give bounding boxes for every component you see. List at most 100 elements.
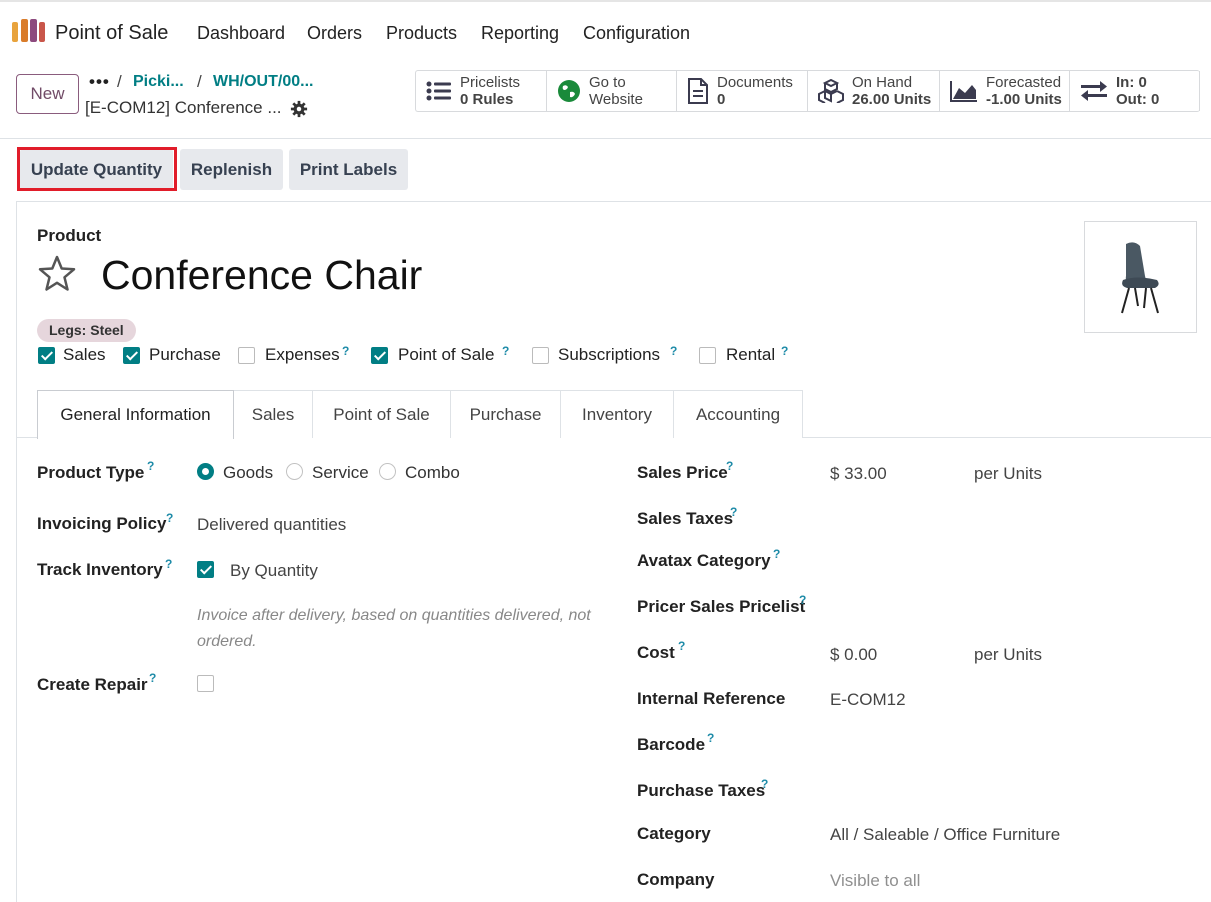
top-navbar: Point of Sale Dashboard Orders Products … [0, 0, 1211, 64]
nav-orders[interactable]: Orders [307, 23, 362, 44]
forecasted-value: -1.00 Units [986, 91, 1062, 108]
help-icon[interactable]: ? [147, 459, 154, 473]
help-icon[interactable]: ? [502, 344, 509, 358]
star-icon[interactable] [37, 254, 77, 294]
company-value[interactable]: Visible to all [830, 871, 920, 891]
breadcrumb-separator: / [117, 72, 122, 91]
point-of-sale-checkbox[interactable] [371, 347, 388, 364]
purchase-checkbox-label: Purchase [149, 345, 221, 364]
nav-reporting[interactable]: Reporting [481, 23, 559, 44]
category-label: Category [637, 824, 711, 843]
globe-icon [558, 80, 580, 102]
help-icon[interactable]: ? [678, 639, 685, 653]
service-radio-label: Service [312, 463, 369, 482]
area-chart-icon [950, 81, 977, 102]
out-value: Out: 0 [1116, 91, 1160, 108]
cost-unit: per Units [974, 645, 1043, 664]
cost-value[interactable]: $ 0.00 [830, 645, 877, 665]
on-hand-button[interactable]: On Hand 26.00 Units [808, 71, 940, 111]
in-out-button[interactable]: In: 0 Out: 0 [1070, 71, 1200, 111]
combo-radio[interactable] [379, 463, 396, 480]
combo-radio-label: Combo [405, 463, 460, 482]
nav-dashboard[interactable]: Dashboard [197, 23, 285, 44]
app-name[interactable]: Point of Sale [55, 22, 168, 45]
help-icon[interactable]: ? [730, 505, 737, 519]
sales-price-value[interactable]: $ 33.00 [830, 464, 887, 484]
tab-accounting[interactable]: Accounting [673, 390, 803, 438]
list-icon [426, 81, 451, 101]
help-icon[interactable]: ? [707, 731, 714, 745]
help-icon[interactable]: ? [165, 557, 172, 571]
track-inventory-checkbox[interactable] [197, 561, 214, 578]
invoice-hint-text: Invoice after delivery, based on quantit… [197, 607, 591, 650]
create-repair-label: Create Repair [37, 675, 148, 694]
purchase-taxes-label: Purchase Taxes [637, 781, 766, 800]
website-label-2: Website [589, 91, 643, 108]
new-button[interactable]: New [16, 74, 79, 114]
point-of-sale-logo-icon[interactable] [12, 19, 46, 45]
expenses-checkbox[interactable] [238, 347, 255, 364]
product-label: Product [37, 226, 102, 245]
sales-checkbox[interactable] [38, 347, 55, 364]
product-name[interactable]: Conference Chair [101, 252, 422, 299]
breadcrumb-transfer[interactable]: WH/OUT/00... [213, 73, 313, 91]
subscriptions-checkbox[interactable] [532, 347, 549, 364]
category-value[interactable]: All / Saleable / Office Furniture [830, 825, 1060, 845]
form-sheet [16, 201, 1211, 902]
invoicing-policy-label: Invoicing Policy [37, 514, 167, 533]
help-icon[interactable]: ? [166, 511, 173, 525]
tab-inventory[interactable]: Inventory [560, 390, 674, 438]
help-icon[interactable]: ? [342, 344, 349, 358]
purchase-checkbox[interactable] [123, 347, 140, 364]
help-icon[interactable]: ? [799, 593, 806, 607]
nav-products[interactable]: Products [386, 23, 457, 44]
company-label: Company [637, 870, 715, 889]
cubes-icon [818, 79, 844, 103]
create-repair-checkbox[interactable] [197, 675, 214, 692]
pricelists-button[interactable]: Pricelists 0 Rules [416, 71, 547, 111]
pricelists-count: 0 Rules [460, 91, 514, 108]
help-icon[interactable]: ? [670, 344, 677, 358]
replenish-button[interactable]: Replenish [180, 149, 283, 190]
track-inventory-value[interactable]: By Quantity [230, 561, 318, 581]
help-icon[interactable]: ? [773, 547, 780, 561]
go-to-website-button[interactable]: Go to Website [547, 71, 677, 111]
breadcrumb-picking[interactable]: Picki... [133, 73, 184, 91]
breadcrumb-more-icon[interactable]: ••• [89, 72, 110, 92]
sales-price-unit: per Units [974, 464, 1043, 483]
documents-label: Documents [717, 74, 793, 91]
smart-buttons: Pricelists 0 Rules Go to Website Documents… [415, 70, 1200, 112]
product-type-label: Product Type [37, 463, 145, 482]
help-icon[interactable]: ? [149, 671, 156, 685]
attribute-tag[interactable]: Legs: Steel [37, 319, 136, 342]
chair-image-icon [1121, 242, 1159, 314]
print-labels-button[interactable]: Print Labels [289, 149, 408, 190]
tab-purchase[interactable]: Purchase [450, 390, 561, 438]
tab-point-of-sale[interactable]: Point of Sale [312, 390, 451, 438]
on-hand-label: On Hand [852, 74, 913, 91]
documents-button[interactable]: Documents 0 [677, 71, 808, 111]
nav-configuration[interactable]: Configuration [583, 23, 690, 44]
tab-sales[interactable]: Sales [233, 390, 313, 438]
internal-reference-label: Internal Reference [637, 689, 786, 708]
forecasted-button[interactable]: Forecasted -1.00 Units [940, 71, 1070, 111]
documents-count: 0 [717, 91, 726, 108]
product-image[interactable] [1084, 221, 1197, 333]
invoicing-policy-value[interactable]: Delivered quantities [197, 515, 346, 535]
update-quantity-button[interactable]: Update Quantity [20, 149, 173, 190]
help-icon[interactable]: ? [761, 777, 768, 791]
cost-label: Cost [637, 643, 675, 662]
rental-checkbox[interactable] [699, 347, 716, 364]
gear-icon[interactable] [290, 100, 308, 118]
avatax-category-label: Avatax Category [637, 551, 771, 570]
tab-general-information[interactable]: General Information [37, 390, 234, 439]
internal-reference-value[interactable]: E-COM12 [830, 690, 906, 710]
help-icon[interactable]: ? [781, 344, 788, 358]
goods-radio[interactable] [197, 463, 214, 480]
breadcrumb-separator: / [197, 72, 202, 91]
help-icon[interactable]: ? [726, 459, 733, 473]
track-inventory-label: Track Inventory [37, 560, 163, 579]
subscriptions-checkbox-label: Subscriptions [558, 345, 661, 364]
website-label-1: Go to [589, 74, 626, 91]
service-radio[interactable] [286, 463, 303, 480]
